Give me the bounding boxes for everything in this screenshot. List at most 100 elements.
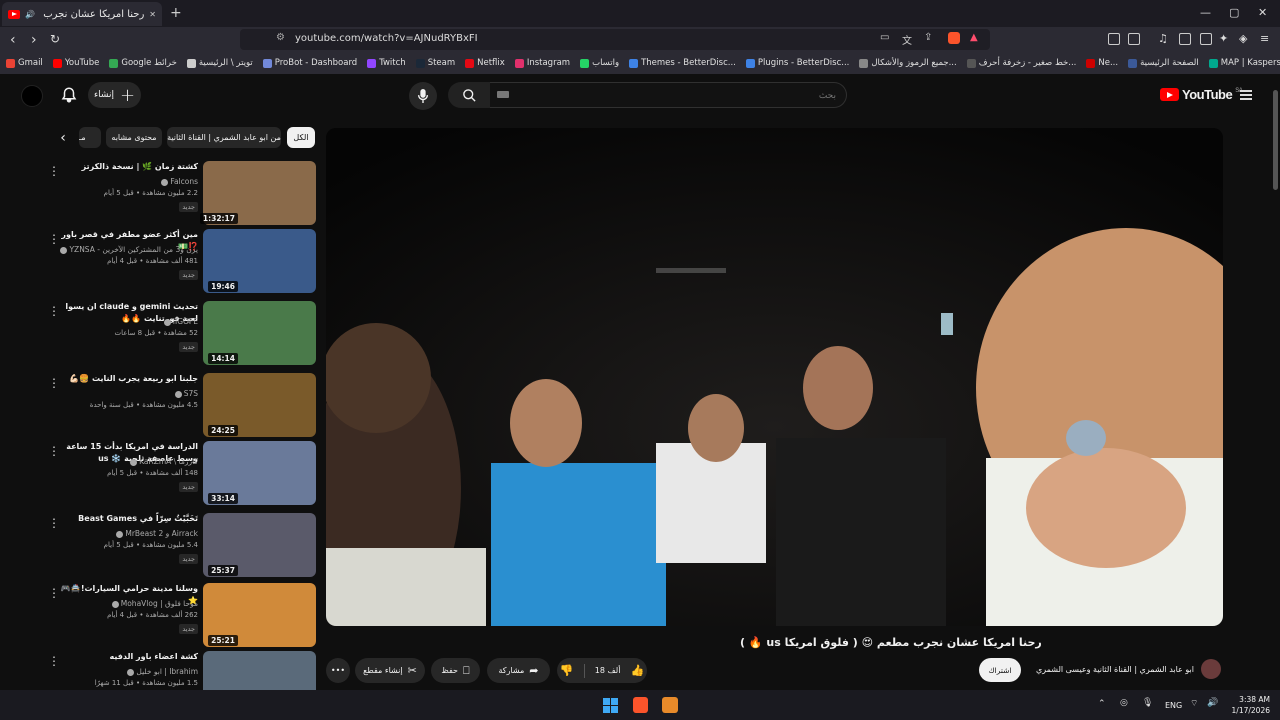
tray-chevron-icon[interactable]: ⌃ [1098, 699, 1106, 709]
recommendation-channel[interactable]: MrBeast 2 و Airrack [116, 529, 198, 538]
notifications-bell-icon[interactable] [60, 86, 78, 104]
recommendation-item[interactable]: ⋮ 19:46 مين أكثر عضو مطفر في قصر باور ⁉️💵 Y… [40, 229, 316, 295]
bookmark-item[interactable]: Ne... [1086, 58, 1118, 68]
guide-menu-icon[interactable] [1240, 90, 1252, 100]
maximize-button[interactable]: ▢ [1229, 6, 1239, 19]
chip-all[interactable]: الكل [287, 127, 315, 148]
language-indicator[interactable]: ENG [1165, 701, 1182, 710]
cast-icon[interactable]: ▭ [880, 32, 889, 43]
brave-rewards-icon[interactable]: ▲ [970, 32, 978, 43]
chip-from-channel[interactable]: من ابو عابد الشمري | القناة الثانية [167, 127, 281, 148]
more-options-icon[interactable]: ⋮ [48, 164, 60, 178]
new-tab-button[interactable]: + [170, 5, 182, 21]
system-clock[interactable]: 3:38 AM 1/17/2026 [1225, 694, 1270, 716]
search-input[interactable] [490, 82, 847, 108]
bookmark-item[interactable]: واتساب [580, 58, 619, 68]
bookmark-item[interactable]: Steam [415, 58, 455, 68]
account-avatar[interactable] [21, 85, 43, 107]
more-actions-button[interactable]: ••• [326, 658, 350, 683]
reload-icon[interactable]: ↻ [50, 32, 60, 46]
wifi-tray-icon[interactable]: ⌔ [1190, 698, 1198, 709]
forward-icon[interactable]: › [31, 32, 37, 48]
url-text[interactable]: youtube.com/watch?v=AJNudRYBxFI [295, 33, 478, 44]
bookmark-item[interactable]: خط صغير - زخرفة أحرف... [966, 58, 1076, 68]
bookmark-item[interactable]: Plugins - BetterDisc... [745, 58, 849, 68]
like-icon[interactable]: 👍 [631, 664, 645, 677]
channel-name[interactable]: ابو عابد الشمري | القناة الثانية وعيسى ا… [1036, 665, 1194, 674]
youtube-logo[interactable]: YouTube SA [1160, 87, 1243, 102]
share-button[interactable]: مشاركة ➦ [487, 658, 550, 683]
sidebar-icon[interactable] [1179, 33, 1191, 45]
bookmark-item[interactable]: جميع الرموز والأشكال... [859, 58, 957, 68]
bookmark-item[interactable]: YouTube [52, 58, 99, 68]
recommendation-item[interactable]: ⋮ 1:32:17 كشتة زمان 🌿 | نسخة ذالكرتز Falcon… [40, 161, 316, 227]
recommendation-item[interactable]: ⋮ 14:14 تحديث gemini و claude ان يسوا لعبة… [40, 301, 316, 367]
close-window-button[interactable]: ✕ [1258, 6, 1267, 19]
url-box[interactable]: ⚙ youtube.com/watch?v=AJNudRYBxFI ▭ 文 ⇪ … [240, 29, 990, 50]
recommendation-channel[interactable]: MohaVlog | موحا فلوق [111, 599, 198, 608]
video-player[interactable] [326, 128, 1223, 626]
bookmark-item[interactable]: Twitch [367, 58, 406, 68]
bookmark-item[interactable]: Google خرائط [109, 58, 177, 68]
recommendation-title[interactable]: كشة اعضاء باور الدفيه [58, 651, 199, 663]
bookmark-item[interactable]: ProBot - Dashboard [262, 58, 357, 68]
scrollbar-thumb[interactable] [1273, 90, 1278, 190]
share-page-icon[interactable]: ⇪ [924, 32, 932, 43]
bookmark-item[interactable]: Gmail [6, 58, 43, 68]
subscribe-button[interactable]: اشتراك [979, 658, 1021, 682]
media-icon[interactable]: ♫ [1158, 32, 1168, 45]
recommendation-channel[interactable]: ابو خليل | Ibrahim [127, 667, 198, 676]
more-options-icon[interactable]: ⋮ [48, 654, 60, 668]
recommendation-channel[interactable]: KaRZmA \ كارزما [130, 457, 198, 466]
bookmark-item[interactable]: Themes - BetterDisc... [629, 58, 736, 68]
recommendation-channel[interactable]: Falcons [161, 177, 198, 186]
back-icon[interactable]: ‹ [10, 32, 16, 48]
chip-related[interactable]: محتوى مشابه [106, 127, 162, 148]
chip-prev-icon[interactable]: ‹ [52, 128, 74, 150]
volume-tray-icon[interactable]: 🔊 [1207, 698, 1218, 708]
channel-avatar[interactable] [1201, 659, 1221, 679]
recommendation-item[interactable]: ⋮ 25:21 وسلنا مدينة حرامي السيارات!🚔🎮⭐ Moha… [40, 583, 316, 649]
bookmark-item[interactable]: MAP | Kaspersky Cy... [1208, 58, 1280, 68]
more-options-icon[interactable]: ⋮ [48, 304, 60, 318]
dislike-icon[interactable]: 👎 [560, 664, 574, 677]
minimize-button[interactable]: — [1200, 6, 1211, 19]
screenshot-icon[interactable] [1128, 33, 1140, 45]
more-options-icon[interactable]: ⋮ [48, 232, 60, 246]
create-button[interactable]: إنشاء + [88, 82, 141, 108]
network-tray-icon[interactable]: ◎ [1120, 698, 1128, 708]
recommendation-title[interactable]: جلبنا ابو ربيعة يجرب النايت 🍔💪🏻 [58, 373, 198, 385]
browser-tab[interactable]: 🔊 رحنا امريكا عشان نجرب مطعم و ✕ [2, 2, 162, 26]
more-options-icon[interactable]: ⋮ [48, 376, 60, 390]
recommendation-title[interactable]: كشتة زمان 🌿 | نسخة ذالكرتز [58, 161, 198, 173]
like-count[interactable]: 18 ألف [595, 666, 621, 675]
voice-search-button[interactable] [409, 82, 437, 110]
chip-more[interactable]: مـ [79, 127, 101, 148]
bookmark-item[interactable]: Netflix [465, 58, 505, 68]
translate-icon[interactable]: 文 [902, 32, 912, 47]
recommendation-title[interactable]: تَخَبَّيْتُ سِرّاً في Beast Games [58, 513, 198, 525]
search-button[interactable] [448, 82, 490, 108]
recommendation-item[interactable]: ⋮ 24:25 جلبنا ابو ربيعة يجرب النايت 🍔💪🏻 S7S… [40, 373, 316, 439]
bookmark-item[interactable]: Instagram [514, 58, 570, 68]
vpn-icon[interactable]: ◈ [1239, 32, 1247, 45]
app-taskbar-icon[interactable] [662, 697, 678, 713]
extensions-icon[interactable] [1108, 33, 1120, 45]
keyboard-icon[interactable] [497, 91, 509, 98]
more-options-icon[interactable]: ⋮ [48, 586, 60, 600]
mic-tray-icon[interactable]: 🎙 [1142, 698, 1153, 708]
recommendation-channel[interactable]: YZNSA - يزن و3 من المشتركين الآخرين [60, 245, 198, 254]
menu-lines-icon[interactable]: ≡ [1260, 32, 1269, 45]
wallet-icon[interactable] [1200, 33, 1212, 45]
more-options-icon[interactable]: ⋮ [48, 516, 60, 530]
bookmark-item[interactable]: تويتر \ الرئيسية [186, 58, 253, 68]
site-settings-icon[interactable]: ⚙ [276, 32, 285, 43]
save-button[interactable]: حفظ ⎕ [431, 658, 480, 683]
close-tab-icon[interactable]: ✕ [149, 10, 156, 19]
audio-icon[interactable]: 🔊 [25, 10, 35, 19]
recommendation-channel[interactable]: IIGOFE [163, 317, 198, 326]
recommendation-channel[interactable]: S7S [174, 389, 198, 398]
brave-shield-icon[interactable] [948, 32, 960, 44]
bookmark-item[interactable]: الصفحة الرئيسية [1128, 58, 1199, 68]
brave-taskbar-icon[interactable] [633, 697, 648, 713]
